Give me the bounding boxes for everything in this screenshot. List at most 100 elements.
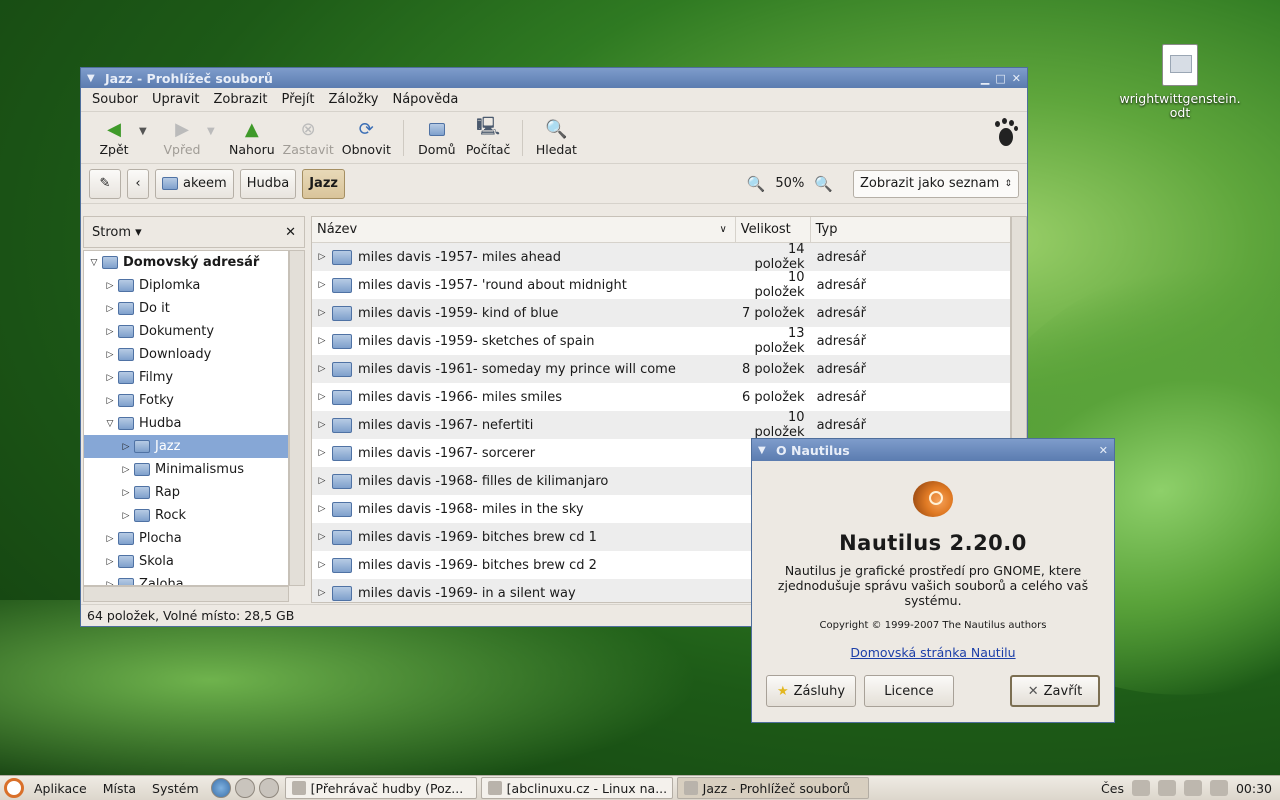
zoom-level[interactable]: 50% <box>775 176 804 191</box>
maximize-icon[interactable]: □ <box>995 72 1005 85</box>
sidebar-horizontal-scrollbar[interactable] <box>83 586 289 602</box>
expanded-triangle-icon[interactable]: ▽ <box>102 419 118 429</box>
collapsed-triangle-icon[interactable]: ▷ <box>118 465 134 475</box>
collapsed-triangle-icon[interactable]: ▷ <box>312 420 332 430</box>
collapsed-triangle-icon[interactable]: ▷ <box>102 534 118 544</box>
window-menu-icon[interactable]: ▼ <box>87 73 101 84</box>
search-button[interactable]: 🔍 Hledat <box>531 118 581 158</box>
help-launcher-icon[interactable] <box>258 778 279 798</box>
forward-history-dropdown[interactable]: ▼ <box>207 118 225 137</box>
tree-item[interactable]: ▷ Dokumenty <box>84 320 288 343</box>
collapsed-triangle-icon[interactable]: ▷ <box>102 396 118 406</box>
view-mode-select[interactable]: Zobrazit jako seznam ⇕ <box>853 169 1019 198</box>
tree-item[interactable]: ▷ Do it <box>84 297 288 320</box>
menu-2[interactable]: Zobrazit <box>208 92 272 107</box>
clock[interactable]: 00:30 <box>1236 781 1272 796</box>
column-size[interactable]: Velikost <box>736 217 811 242</box>
collapsed-triangle-icon[interactable]: ▷ <box>312 280 332 290</box>
tree-item[interactable]: ▷ Jazz <box>84 435 288 458</box>
file-row[interactable]: ▷ miles davis -1959- kind of blue 7 polože… <box>312 299 1010 327</box>
collapsed-triangle-icon[interactable]: ▷ <box>312 252 332 262</box>
crumb-hudba[interactable]: Hudba <box>239 168 297 199</box>
collapsed-triangle-icon[interactable]: ▷ <box>312 392 332 402</box>
collapsed-triangle-icon[interactable]: ▷ <box>312 336 332 346</box>
volume-icon[interactable] <box>1209 780 1228 796</box>
collapsed-triangle-icon[interactable]: ▷ <box>102 373 118 383</box>
edit-location-button[interactable]: ✎ <box>89 168 121 199</box>
collapsed-triangle-icon[interactable]: ▷ <box>102 304 118 314</box>
minimize-icon[interactable]: ▁ <box>981 72 989 85</box>
keyboard-layout[interactable]: Čes <box>1101 781 1124 796</box>
reload-button[interactable]: ⟳ Obnovit <box>338 118 395 158</box>
applications-menu[interactable]: Aplikace <box>28 781 93 796</box>
file-row[interactable]: ▷ miles davis -1961- someday my prince wi… <box>312 355 1010 383</box>
close-button[interactable]: ✕ Zavřít <box>1010 675 1100 707</box>
collapsed-triangle-icon[interactable]: ▷ <box>312 560 332 570</box>
crumb-akeem[interactable]: akeem <box>155 168 234 199</box>
license-button[interactable]: Licence <box>864 675 954 707</box>
mail-launcher-icon[interactable] <box>234 778 255 798</box>
up-button[interactable]: ▲ Nahoru <box>225 118 279 158</box>
tree-item[interactable]: ▽ Domovský adresář <box>84 251 288 274</box>
tree-item[interactable]: ▷ Rock <box>84 504 288 527</box>
collapsed-triangle-icon[interactable]: ▷ <box>312 476 332 486</box>
taskbar-window-button[interactable]: Jazz - Prohlížeč souborů <box>676 777 869 799</box>
file-row[interactable]: ▷ miles davis -1957- 'round about midnigh… <box>312 270 1010 300</box>
sidebar-vertical-scrollbar[interactable] <box>289 250 305 586</box>
close-icon[interactable]: ✕ <box>1099 444 1108 457</box>
collapsed-triangle-icon[interactable]: ▷ <box>118 511 134 521</box>
close-sidebar-icon[interactable]: ✕ <box>285 225 296 240</box>
web-browser-launcher-icon[interactable] <box>210 778 231 798</box>
sidebar-mode-select[interactable]: Strom ▾ <box>92 225 142 240</box>
collapsed-triangle-icon[interactable]: ▷ <box>312 532 332 542</box>
back-button[interactable]: ◀ Zpět <box>89 118 139 158</box>
window-menu-icon[interactable]: ▼ <box>758 445 772 456</box>
tree-item[interactable]: ▷ Downloady <box>84 343 288 366</box>
tree-item[interactable]: ▷ Plocha <box>84 527 288 550</box>
collapsed-triangle-icon[interactable]: ▷ <box>312 588 332 598</box>
file-row[interactable]: ▷ miles davis -1967- nefertiti 10 položek a… <box>312 410 1010 440</box>
zoom-in-icon[interactable]: 🔍 <box>814 175 833 193</box>
file-row[interactable]: ▷ miles davis -1959- sketches of spain 13 … <box>312 326 1010 356</box>
column-type[interactable]: Typ <box>811 217 1010 242</box>
collapsed-triangle-icon[interactable]: ▷ <box>102 327 118 337</box>
tree-item[interactable]: ▽ Hudba <box>84 412 288 435</box>
network-manager-icon[interactable] <box>1183 780 1202 796</box>
crumb-jazz[interactable]: Jazz <box>302 168 345 199</box>
network-icon[interactable] <box>1157 780 1176 796</box>
tree-item[interactable]: ▷ Minimalismus <box>84 458 288 481</box>
collapsed-triangle-icon[interactable]: ▷ <box>102 281 118 291</box>
back-history-dropdown[interactable]: ▼ <box>139 118 157 137</box>
file-row[interactable]: ▷ miles davis -1957- miles ahead 14 polože… <box>312 242 1010 272</box>
column-name[interactable]: Název ∨ <box>312 217 736 242</box>
credits-button[interactable]: ★ Zásluhy <box>766 675 856 707</box>
collapsed-triangle-icon[interactable]: ▷ <box>118 488 134 498</box>
collapsed-triangle-icon[interactable]: ▷ <box>312 364 332 374</box>
collapsed-triangle-icon[interactable]: ▷ <box>312 448 332 458</box>
zoom-out-icon[interactable]: 🔍 <box>747 175 766 193</box>
close-icon[interactable]: ✕ <box>1012 72 1021 85</box>
collapsed-triangle-icon[interactable]: ▷ <box>102 557 118 567</box>
collapsed-triangle-icon[interactable]: ▷ <box>312 504 332 514</box>
tree-item[interactable]: ▷ Rap <box>84 481 288 504</box>
menu-0[interactable]: Soubor <box>87 92 143 107</box>
collapsed-triangle-icon[interactable]: ▷ <box>312 308 332 318</box>
system-menu[interactable]: Systém <box>146 781 205 796</box>
tree-item[interactable]: ▷ Diplomka <box>84 274 288 297</box>
taskbar-window-button[interactable]: [abclinuxu.cz - Linux na... <box>480 777 673 799</box>
taskbar-window-button[interactable]: [Přehrávač hudby (Poz... <box>284 777 477 799</box>
collapsed-triangle-icon[interactable]: ▷ <box>102 350 118 360</box>
tree-item[interactable]: ▷ Filmy <box>84 366 288 389</box>
homepage-link[interactable]: Domovská stránka Nautilu <box>752 645 1114 660</box>
desktop-file-icon[interactable]: wrightwittgenstein. odt <box>1118 44 1242 120</box>
places-menu[interactable]: Místa <box>97 781 142 796</box>
home-button[interactable]: Domů <box>412 118 462 157</box>
stop-button[interactable]: ⊗ Zastavit <box>279 118 338 158</box>
file-row[interactable]: ▷ miles davis -1966- miles smiles 6 polože… <box>312 383 1010 411</box>
computer-button[interactable]: 🖳 Počítač <box>462 116 515 157</box>
path-scroll-left-button[interactable]: ‹ <box>127 168 149 199</box>
menu-1[interactable]: Upravit <box>147 92 204 107</box>
menu-4[interactable]: Záložky <box>323 92 383 107</box>
menu-3[interactable]: Přejít <box>276 92 319 107</box>
window-titlebar[interactable]: ▼ Jazz - Prohlížeč souborů ▁ □ ✕ <box>81 68 1027 88</box>
